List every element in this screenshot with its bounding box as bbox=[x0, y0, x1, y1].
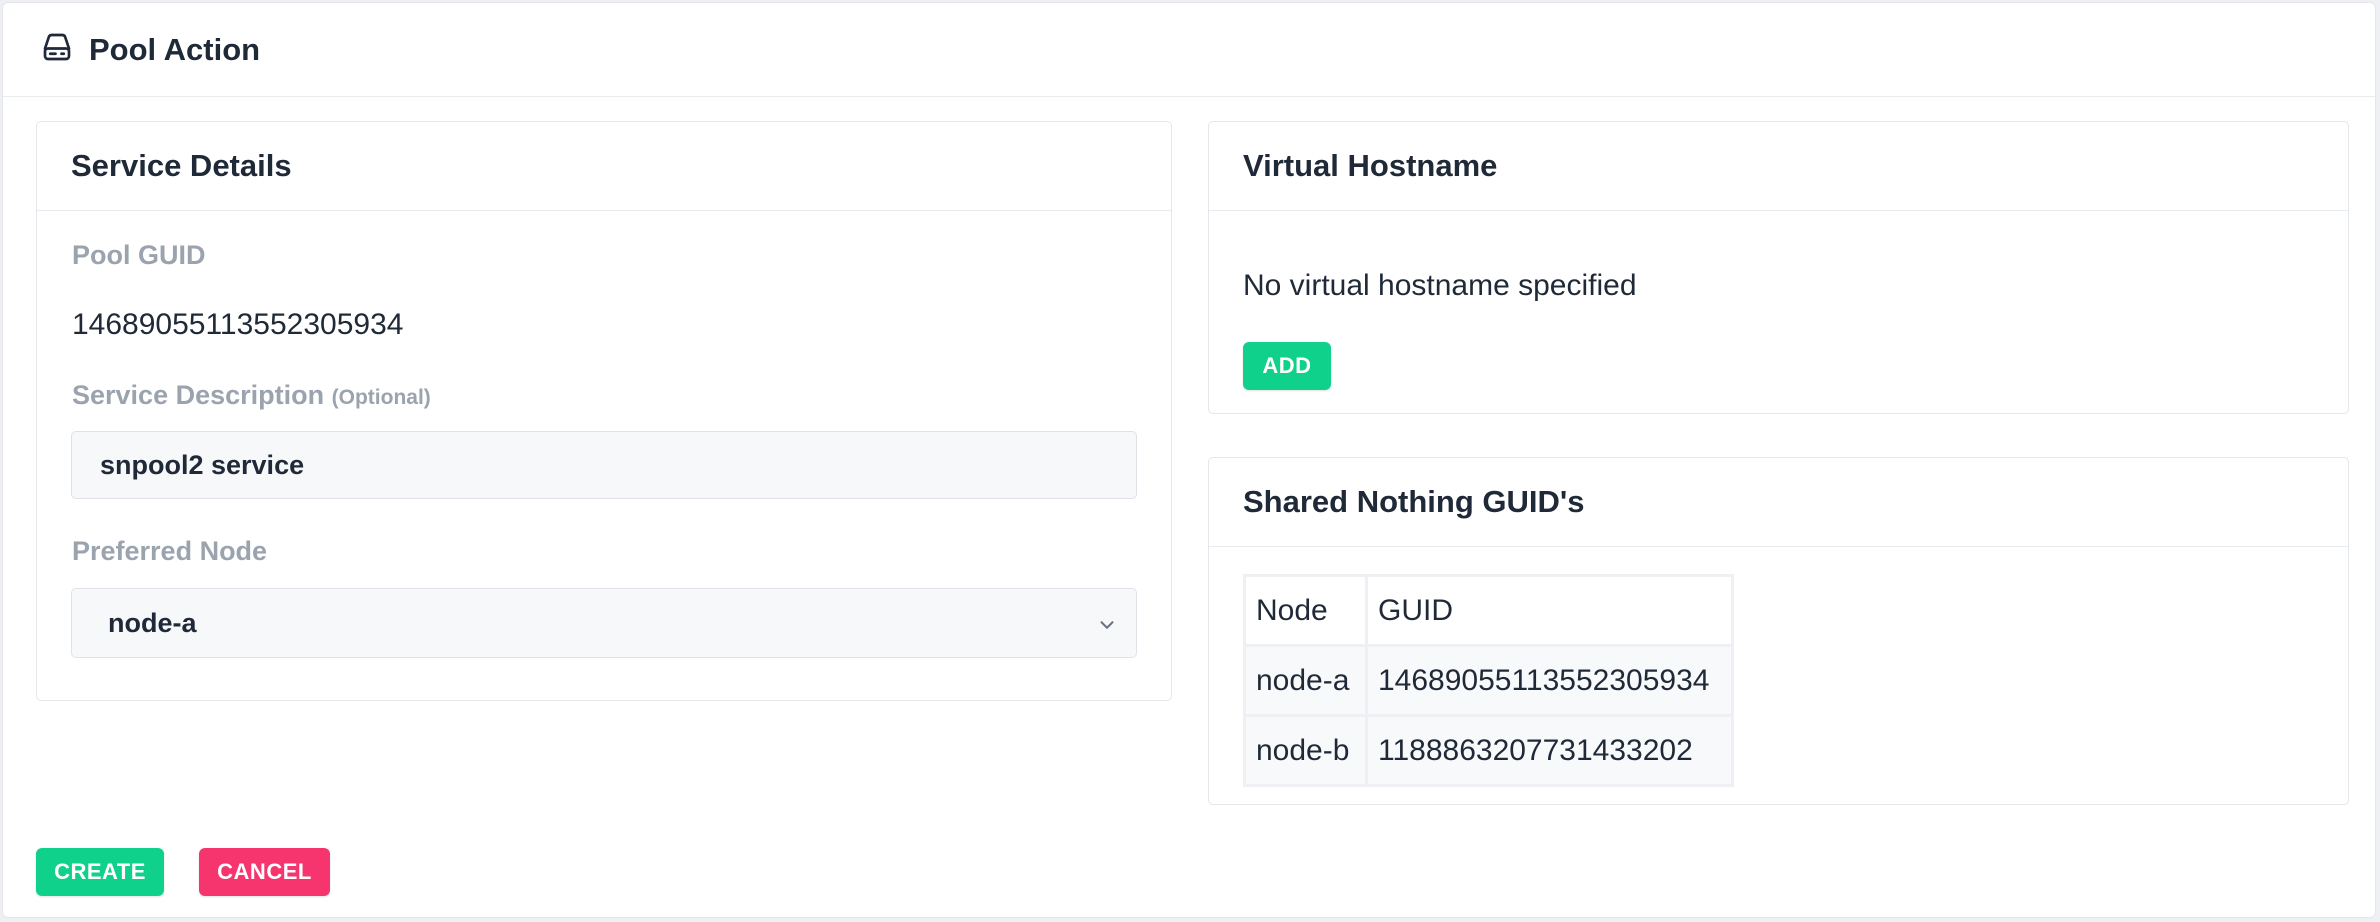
cancel-button[interactable]: CANCEL bbox=[199, 848, 330, 896]
shared-nothing-header: Shared Nothing GUID's bbox=[1209, 458, 2348, 547]
service-description-label-text: Service Description bbox=[72, 380, 325, 410]
column-header-guid: GUID bbox=[1365, 574, 1734, 647]
service-details-card: Service Details Pool GUID 14689055113552… bbox=[36, 121, 1172, 701]
add-hostname-button[interactable]: ADD bbox=[1243, 342, 1331, 390]
virtual-hostname-card: Virtual Hostname No virtual hostname spe… bbox=[1208, 121, 2349, 414]
table-row: node-a 14689055113552305934 bbox=[1243, 644, 1734, 717]
shared-nothing-title: Shared Nothing GUID's bbox=[1243, 484, 1585, 519]
service-description-input[interactable] bbox=[71, 431, 1137, 499]
service-details-header: Service Details bbox=[37, 122, 1171, 211]
table-cell-node: node-a bbox=[1243, 644, 1368, 717]
virtual-hostname-title: Virtual Hostname bbox=[1243, 148, 1498, 183]
chevron-down-icon bbox=[1100, 621, 1114, 629]
table-row: node-b 1188863207731433202 bbox=[1243, 714, 1734, 787]
preferred-node-label: Preferred Node bbox=[72, 536, 268, 566]
service-details-title: Service Details bbox=[71, 148, 292, 183]
virtual-hostname-header: Virtual Hostname bbox=[1209, 122, 2348, 211]
pool-action-window: Pool Action Service Details Pool GUID 14… bbox=[2, 2, 2376, 918]
preferred-node-value: node-a bbox=[108, 607, 197, 638]
pool-guid-value: 14689055113552305934 bbox=[72, 308, 404, 341]
pool-guid-label: Pool GUID bbox=[72, 240, 206, 270]
page-title: Pool Action bbox=[89, 31, 261, 67]
preferred-node-select[interactable]: node-a bbox=[71, 588, 1137, 658]
create-button[interactable]: CREATE bbox=[36, 848, 164, 896]
optional-hint: (Optional) bbox=[331, 386, 431, 409]
table-cell-guid: 1188863207731433202 bbox=[1365, 714, 1734, 787]
table-cell-node: node-b bbox=[1243, 714, 1368, 787]
shared-nothing-card: Shared Nothing GUID's Node GUID node-a 1… bbox=[1208, 457, 2349, 805]
guid-table: Node GUID node-a 14689055113552305934 no… bbox=[1243, 574, 1734, 787]
table-header-row: Node GUID bbox=[1243, 574, 1734, 647]
no-hostname-text: No virtual hostname specified bbox=[1243, 269, 1637, 302]
table-cell-guid: 14689055113552305934 bbox=[1365, 644, 1734, 717]
column-header-node: Node bbox=[1243, 574, 1368, 647]
hard-drive-icon bbox=[43, 33, 71, 60]
app-header: Pool Action bbox=[3, 3, 2375, 97]
service-description-label: Service Description (Optional) bbox=[72, 380, 431, 411]
